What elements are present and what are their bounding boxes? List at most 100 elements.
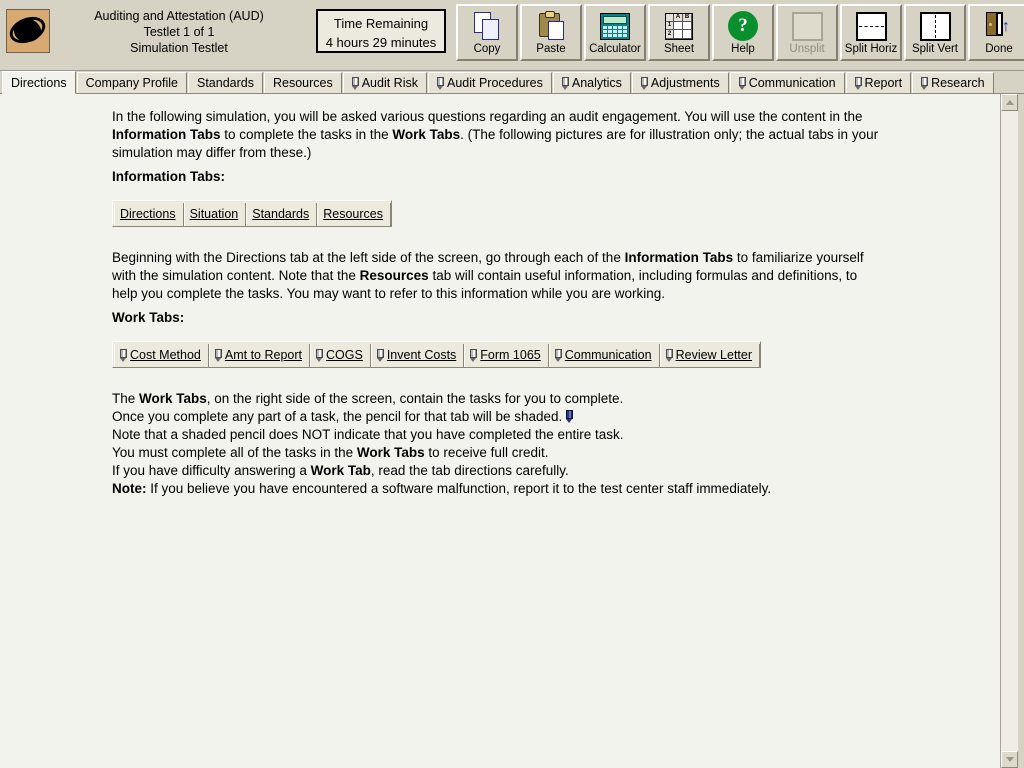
pencil-icon	[120, 348, 127, 362]
split-horiz-icon	[855, 10, 887, 42]
tab-adjustments-label: Adjustments	[650, 76, 720, 90]
done-icon-arrow: ↑	[1002, 18, 1010, 35]
spreadsheet-icon: A B 1 2	[665, 10, 693, 42]
shaded-pencil-line-2: Note that a shaded pencil does NOT indic…	[112, 427, 624, 442]
illus-tab-cogs[interactable]: COGS	[310, 344, 371, 367]
split-horiz-button-label: Split Horiz	[844, 43, 898, 55]
help-icon: ?	[728, 10, 758, 42]
illus-tab-form-1065[interactable]: Form 1065	[464, 344, 549, 367]
pencil-icon	[214, 348, 222, 362]
split-horiz-button[interactable]: Split Horiz	[840, 4, 902, 61]
information-tabs-heading: Information Tabs:	[112, 169, 225, 184]
pencil-icon	[640, 76, 648, 90]
illus-tab-invent-costs[interactable]: Invent Costs	[370, 344, 465, 367]
difficulty-paragraph: If you have difficulty answering a Work …	[112, 462, 884, 480]
planet-logo-icon	[6, 9, 50, 53]
intro-text-2: to complete the tasks in the	[220, 127, 393, 142]
done-button[interactable]: ↑ Done	[968, 4, 1024, 61]
tab-directions[interactable]: Directions	[2, 71, 76, 94]
illus-tab-amt-to-report-label: Amt to Report	[224, 348, 302, 362]
illus-tab-amt-to-report[interactable]: Amt to Report	[208, 344, 310, 367]
vertical-scrollbar[interactable]	[1000, 94, 1018, 768]
para2-bold-information-tabs: Information Tabs	[624, 250, 734, 265]
intro-bold-work-tabs: Work Tabs	[392, 127, 461, 142]
tab-report[interactable]: Report	[845, 72, 912, 93]
timer-value: 4 hours 29 minutes	[325, 35, 437, 50]
scroll-down-button[interactable]	[1001, 751, 1018, 768]
pencil-icon	[351, 76, 359, 90]
calculator-button[interactable]: Calculator	[584, 4, 646, 61]
tab-research-label: Research	[931, 76, 985, 90]
paste-button-label: Paste	[536, 43, 566, 55]
pencil-icon	[316, 348, 323, 362]
tab-resources[interactable]: Resources	[263, 72, 342, 93]
split-vert-button[interactable]: Split Vert	[904, 4, 966, 61]
copy-button[interactable]: Copy	[456, 4, 518, 61]
illus-tab-review-letter-label: Review Letter	[675, 348, 753, 362]
tab-analytics-label: Analytics	[571, 76, 622, 90]
para3-bold-work-tabs: Work Tabs	[139, 391, 207, 406]
window-right-edge	[1018, 94, 1024, 768]
paste-icon	[537, 10, 565, 42]
help-icon-glyph: ?	[728, 11, 758, 41]
pencil-icon	[561, 76, 569, 90]
para6-bold-work-tab: Work Tab	[310, 463, 371, 478]
illus-tab-resources[interactable]: Resources	[317, 203, 391, 226]
pencil-icon	[554, 348, 562, 362]
illus-tab-situation-label: Situation	[189, 207, 239, 221]
para6-text-2: , read the tab directions carefully.	[370, 463, 569, 478]
timer-label: Time Remaining	[333, 16, 429, 31]
illus-tab-communication[interactable]: Communication	[548, 344, 660, 367]
pencil-icon	[376, 348, 384, 362]
tab-audit-risk-label: Audit Risk	[361, 76, 418, 90]
tab-analytics[interactable]: Analytics	[552, 72, 631, 93]
note-paragraph: Note: If you believe you have encountere…	[112, 480, 884, 498]
illus-tab-standards[interactable]: Standards	[246, 203, 318, 226]
para2-bold-resources: Resources	[359, 268, 429, 283]
illus-tab-review-letter[interactable]: Review Letter	[659, 344, 761, 367]
tab-company-profile[interactable]: Company Profile	[76, 72, 187, 93]
scrollbar-track[interactable]	[1001, 111, 1018, 751]
para5-text-2: to receive full credit.	[424, 445, 549, 460]
unsplit-button[interactable]: Unsplit	[776, 4, 838, 61]
tab-standards[interactable]: Standards	[187, 72, 263, 93]
work-tabs-illustration: Cost Method Amt to Report COGS Invent Co…	[112, 341, 762, 368]
tab-audit-procedures[interactable]: Audit Procedures	[428, 72, 552, 93]
scroll-up-button[interactable]	[1001, 94, 1018, 111]
top-toolbar: Auditing and Attestation (AUD) Testlet 1…	[0, 0, 1024, 71]
copy-button-label: Copy	[473, 43, 501, 55]
pencil-icon	[738, 76, 746, 90]
illus-tab-directions-label: Directions	[120, 207, 176, 221]
para2-text-1: Beginning with the Directions tab at the…	[112, 250, 625, 265]
illus-tab-resources-label: Resources	[323, 207, 383, 221]
help-button[interactable]: ? Help	[712, 4, 774, 61]
logo-planet-shape	[14, 20, 41, 42]
illus-tab-communication-label: Communication	[564, 348, 652, 362]
intro-paragraph: In the following simulation, you will be…	[112, 108, 884, 162]
directions-document: In the following simulation, you will be…	[0, 94, 1000, 768]
illus-tab-cost-method[interactable]: Cost Method	[114, 344, 209, 367]
illus-tab-directions[interactable]: Directions	[114, 203, 184, 226]
tab-audit-risk[interactable]: Audit Risk	[342, 72, 427, 93]
exam-title-line-1: Auditing and Attestation (AUD)	[94, 9, 264, 23]
illus-tab-invent-costs-label: Invent Costs	[386, 348, 457, 362]
tab-standards-label: Standards	[196, 76, 254, 90]
sheet-icon-col-a: A	[674, 13, 683, 22]
help-button-label: Help	[731, 43, 755, 55]
exam-title: Auditing and Attestation (AUD) Testlet 1…	[50, 0, 308, 56]
illus-tab-cogs-label: COGS	[326, 348, 363, 362]
exam-title-line-3: Simulation Testlet	[130, 41, 228, 55]
sheet-button[interactable]: A B 1 2 Sheet	[648, 4, 710, 61]
intro-bold-information-tabs: Information Tabs	[112, 127, 221, 142]
tab-adjustments[interactable]: Adjustments	[631, 72, 729, 93]
scroll-down-arrow-icon	[1005, 757, 1014, 762]
tab-communication[interactable]: Communication	[729, 72, 845, 93]
intro-text-1: In the following simulation, you will be…	[112, 109, 863, 124]
sheet-icon-row-2: 2	[666, 29, 674, 39]
tab-research[interactable]: Research	[912, 72, 994, 93]
exam-title-line-2: Testlet 1 of 1	[143, 25, 215, 39]
illus-tab-situation[interactable]: Situation	[183, 203, 247, 226]
paste-button[interactable]: Paste	[520, 4, 582, 61]
tab-communication-label: Communication	[748, 76, 836, 90]
sheet-icon-row-1: 1	[666, 21, 674, 30]
